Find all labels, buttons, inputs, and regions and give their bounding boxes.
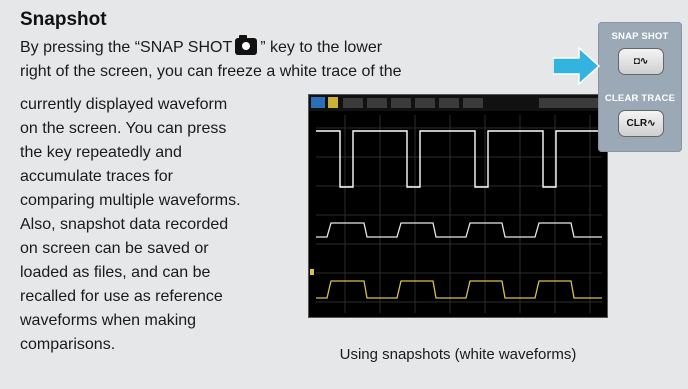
snap-shot-label: SNAP SHOT (611, 31, 669, 42)
waveform-display (309, 95, 607, 313)
image-caption: Using snapshots (white waveforms) (339, 346, 577, 363)
control-panel-inset: SNAP SHOT ◘∿ CLEAR TRACE CLR∿ (598, 22, 682, 152)
body-line: on screen can be saved or (20, 240, 209, 257)
section-heading: Snapshot (20, 9, 107, 30)
body-line: comparing multiple waveforms. (20, 192, 241, 209)
clear-trace-button[interactable]: CLR∿ (618, 110, 664, 137)
snap-shot-button[interactable]: ◘∿ (618, 48, 664, 75)
scope-run-indicator (311, 97, 325, 108)
snapshot-card: Snapshot By pressing the “SNAP SHOT ” key… (0, 0, 688, 389)
body-line: comparisons. (20, 336, 116, 353)
intro-line-1-end: ” key to the lower (260, 39, 383, 56)
scope-header-readouts (343, 98, 599, 108)
intro-line-2: right of the screen, you can freeze a wh… (20, 63, 402, 80)
live-trace-yellow (316, 280, 602, 299)
right-arrow-icon (553, 46, 601, 86)
camera-icon (235, 35, 258, 55)
clear-trace-label: CLEAR TRACE (604, 93, 676, 104)
snapshot-trace-white-square (316, 222, 602, 238)
body-line: recalled for use as reference (20, 288, 223, 305)
scope-channel-indicator (328, 97, 338, 108)
body-line: the key repeatedly and (20, 144, 182, 161)
body-line: on the screen. You can press (20, 120, 227, 137)
body-line: waveforms when making (20, 312, 197, 329)
body-line: loaded as files, and can be (20, 264, 211, 281)
oscilloscope-screenshot (308, 94, 608, 318)
trace-level-marker (310, 269, 314, 275)
scope-grid (316, 115, 602, 313)
body-line: Also, snapshot data recorded (20, 216, 229, 233)
body-line: accumulate traces for (20, 168, 173, 185)
body-line: currently displayed waveform (20, 96, 228, 113)
intro-line-1: By pressing the “SNAP SHOT ” key to the l… (20, 35, 383, 57)
intro-line-1-start: By pressing the “SNAP SHOT (20, 39, 233, 56)
snapshot-trace-white (316, 130, 602, 188)
